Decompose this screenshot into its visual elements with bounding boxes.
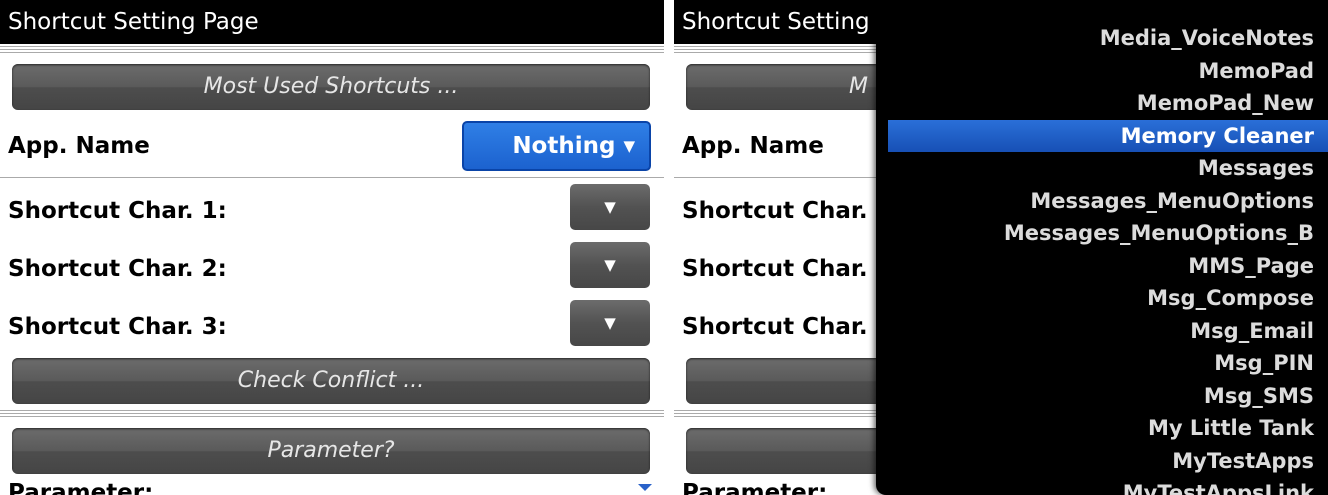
app-name-label: App. Name bbox=[8, 133, 150, 159]
popup-item[interactable]: Msg_Compose bbox=[876, 282, 1328, 315]
chevron-down-icon: ▼ bbox=[604, 256, 616, 274]
most-used-shortcuts-button[interactable]: Most Used Shortcuts ... bbox=[12, 64, 650, 110]
popup-item[interactable]: Msg_PIN bbox=[876, 347, 1328, 380]
popup-item[interactable]: MemoPad_New bbox=[876, 87, 1328, 120]
popup-item[interactable]: Messages_MenuOptions_B bbox=[876, 217, 1328, 250]
popup-item[interactable]: Messages_MenuOptions bbox=[876, 185, 1328, 218]
shortcut-char-2-dropdown[interactable]: ▼ bbox=[570, 242, 650, 288]
popup-item[interactable]: MemoPad bbox=[876, 55, 1328, 88]
app-name-value: Nothing bbox=[512, 133, 616, 159]
shortcut-char-1-label: Shortcut Char. 1: bbox=[8, 198, 227, 224]
divider bbox=[0, 177, 664, 178]
app-picker-popup[interactable]: Media_VoiceNotes MemoPad MemoPad_New Memory… bbox=[876, 6, 1328, 495]
shortcut-char-2-label: Shortcut Char. 2: bbox=[8, 256, 227, 282]
shortcut-char-1-dropdown[interactable]: ▼ bbox=[570, 184, 650, 230]
shortcut-char-3-dropdown[interactable]: ▼ bbox=[570, 300, 650, 346]
app-name-label: App. Name bbox=[682, 133, 824, 159]
check-conflict-button[interactable]: Check Conflict ... bbox=[12, 358, 650, 404]
popup-item-selected[interactable]: Memory Cleaner bbox=[888, 119, 1328, 152]
popup-item[interactable]: Media_VoiceNotes bbox=[876, 22, 1328, 55]
chevron-down-icon: ▼ bbox=[604, 314, 616, 332]
popup-item[interactable]: Messages bbox=[876, 152, 1328, 185]
popup-item[interactable]: MMS_Page bbox=[876, 250, 1328, 283]
shortcut-char-1-label: Shortcut Char. 1: bbox=[682, 198, 901, 224]
most-used-shortcuts-button[interactable]: M bbox=[686, 64, 886, 110]
app-name-dropdown[interactable]: Nothing ▼ bbox=[462, 121, 651, 171]
popup-item[interactable]: MyTestAppsLink bbox=[876, 477, 1328, 495]
popup-item[interactable]: MyTestApps bbox=[876, 445, 1328, 478]
shortcut-char-2-label: Shortcut Char. 2: bbox=[682, 256, 901, 282]
page-title: Shortcut Setting Page bbox=[0, 0, 664, 44]
section-divider bbox=[0, 410, 664, 417]
settings-screen-left: Shortcut Setting Page Most Used Shortcut… bbox=[0, 0, 664, 495]
popup-item[interactable]: Msg_SMS bbox=[876, 380, 1328, 413]
shortcut-char-3-label: Shortcut Char. 3: bbox=[8, 314, 227, 340]
parameter-label: Parameter: bbox=[8, 480, 154, 495]
popup-item[interactable]: My Little Tank bbox=[876, 412, 1328, 445]
parameter-label: Parameter: bbox=[682, 480, 828, 495]
chevron-down-icon: ▼ bbox=[623, 137, 635, 155]
parameter-button[interactable] bbox=[686, 428, 886, 474]
check-conflict-button[interactable] bbox=[686, 358, 886, 404]
shortcut-char-3-label: Shortcut Char. 3: bbox=[682, 314, 901, 340]
parameter-button[interactable]: Parameter? bbox=[12, 428, 650, 474]
app-picker-list: Media_VoiceNotes MemoPad MemoPad_New Memory… bbox=[876, 6, 1328, 495]
scroll-down-icon[interactable] bbox=[638, 484, 652, 491]
title-divider bbox=[0, 46, 664, 53]
chevron-down-icon: ▼ bbox=[604, 198, 616, 216]
popup-item[interactable]: Msg_Email bbox=[876, 315, 1328, 348]
